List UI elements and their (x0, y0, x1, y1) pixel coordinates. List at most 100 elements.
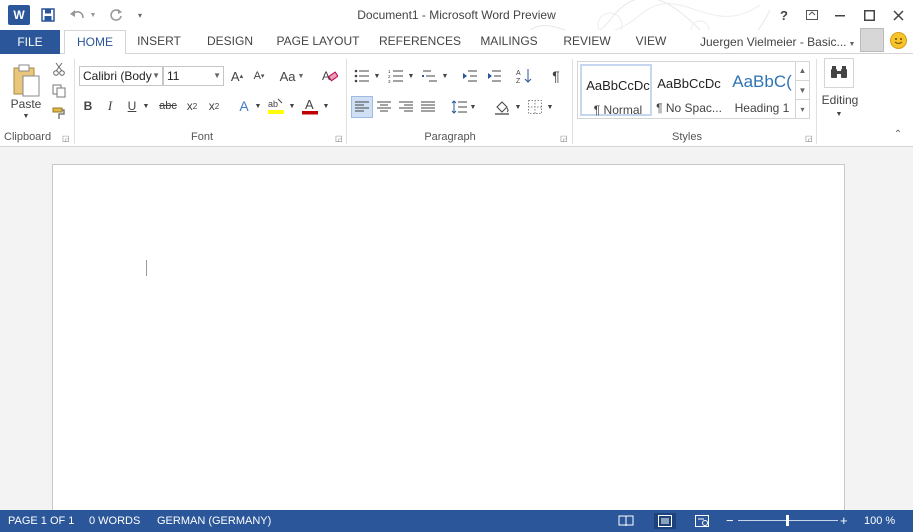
align-left-icon[interactable] (351, 96, 373, 118)
tab-references[interactable]: REFERENCES (378, 30, 462, 54)
undo-dropdown-icon[interactable]: ▼ (88, 4, 98, 26)
zoom-level[interactable]: 100 % (864, 515, 895, 527)
document-page[interactable] (52, 164, 845, 510)
minimize-icon[interactable] (828, 4, 852, 26)
align-right-icon[interactable] (396, 96, 416, 118)
strikethrough-icon[interactable]: abc (156, 96, 180, 116)
find-icon[interactable] (824, 58, 854, 88)
font-color-icon[interactable]: A (300, 96, 320, 116)
help-icon[interactable]: ? (772, 4, 796, 26)
cut-icon[interactable] (50, 60, 68, 78)
change-case-button[interactable]: Aa ▼ (278, 66, 306, 86)
italic-icon[interactable]: I (102, 96, 118, 116)
divider (74, 59, 75, 144)
highlight-dropdown-icon[interactable]: ▼ (287, 96, 297, 116)
zoom-out-icon[interactable]: − (726, 513, 734, 528)
numbering-icon[interactable]: 123 (386, 66, 406, 86)
paste-dropdown-icon[interactable]: ▼ (18, 111, 34, 121)
bullets-icon[interactable] (352, 66, 372, 86)
borders-icon[interactable] (526, 96, 544, 118)
web-layout-icon[interactable] (693, 513, 711, 529)
shading-dropdown-icon[interactable]: ▼ (513, 96, 523, 118)
redo-icon[interactable] (106, 4, 126, 26)
tab-file[interactable]: FILE (0, 30, 60, 54)
text-effects-icon[interactable]: A (234, 96, 254, 116)
font-launcher-icon[interactable]: ◲ (335, 134, 343, 143)
styles-scroll-up-icon[interactable]: ▲ (795, 61, 809, 80)
style-normal[interactable]: AaBbCcDc ¶ Normal (580, 64, 652, 117)
increase-indent-icon[interactable] (484, 66, 504, 86)
sort-icon[interactable]: AZ (514, 66, 534, 86)
shading-icon[interactable] (491, 96, 513, 118)
zoom-in-icon[interactable]: + (840, 513, 848, 528)
numbering-dropdown-icon[interactable]: ▼ (406, 66, 416, 86)
superscript-icon[interactable]: x2 (206, 96, 222, 116)
line-spacing-icon[interactable] (450, 96, 468, 118)
text-effects-dropdown-icon[interactable]: ▼ (253, 96, 263, 116)
shrink-font-icon[interactable]: A ▾ (250, 66, 268, 86)
paste-label[interactable]: Paste (6, 96, 46, 112)
undo-icon[interactable] (66, 4, 88, 26)
styles-launcher-icon[interactable]: ◲ (805, 134, 813, 143)
multilevel-list-icon[interactable] (420, 66, 440, 86)
tab-page-layout[interactable]: PAGE LAYOUT (272, 30, 364, 54)
send-smile-icon[interactable] (890, 32, 907, 49)
read-mode-icon[interactable] (617, 513, 635, 529)
word-logo-icon[interactable]: W (8, 5, 30, 25)
user-account[interactable]: Juergen Vielmeier - Basic... ▼ (700, 35, 855, 49)
font-name-combo[interactable]: Calibri (Body ▼ (79, 66, 163, 86)
ribbon-display-icon[interactable] (800, 4, 824, 26)
decrease-indent-icon[interactable] (460, 66, 480, 86)
clear-formatting-icon[interactable]: A (320, 66, 340, 86)
close-icon[interactable] (886, 4, 910, 26)
avatar[interactable] (860, 28, 884, 52)
line-spacing-dropdown-icon[interactable]: ▼ (468, 96, 478, 118)
editing-dropdown-icon[interactable]: ▼ (832, 109, 846, 119)
paragraph-launcher-icon[interactable]: ◲ (560, 134, 568, 143)
print-layout-icon[interactable] (654, 513, 676, 529)
styles-scroll-down-icon[interactable]: ▼ (795, 80, 809, 99)
tab-view[interactable]: VIEW (628, 30, 674, 54)
text-cursor (146, 260, 147, 276)
customize-quick-access-icon[interactable]: ▾ (134, 4, 146, 26)
editing-button[interactable]: Editing (818, 92, 862, 108)
font-size-combo[interactable]: 11 ▼ (163, 66, 224, 86)
grow-font-icon[interactable]: A ▴ (228, 66, 246, 86)
document-area[interactable] (0, 147, 913, 510)
svg-text:ab: ab (268, 99, 278, 109)
font-color-dropdown-icon[interactable]: ▼ (321, 96, 331, 116)
format-painter-icon[interactable] (50, 104, 68, 122)
justify-icon[interactable] (418, 96, 438, 118)
show-formatting-marks-icon[interactable]: ¶ (546, 66, 566, 86)
maximize-icon[interactable] (857, 4, 881, 26)
underline-dropdown-icon[interactable]: ▼ (141, 96, 151, 116)
tab-home[interactable]: HOME (64, 30, 126, 55)
underline-icon[interactable]: U (124, 96, 140, 116)
clipboard-launcher-icon[interactable]: ◲ (62, 134, 70, 143)
align-center-icon[interactable] (374, 96, 394, 118)
font-name-value: Calibri (Body (83, 69, 152, 83)
page-count[interactable]: PAGE 1 OF 1 (8, 515, 74, 527)
tab-insert[interactable]: INSERT (130, 30, 188, 54)
highlight-icon[interactable]: ab (266, 96, 286, 116)
divider (816, 59, 817, 144)
subscript-icon[interactable]: x2 (184, 96, 200, 116)
tab-design[interactable]: DESIGN (200, 30, 260, 54)
style-no-spacing[interactable]: AaBbCcDc ¶ No Spac... (653, 64, 725, 116)
change-case-label: Aa (279, 68, 296, 84)
bullets-dropdown-icon[interactable]: ▼ (372, 66, 382, 86)
copy-icon[interactable] (50, 82, 68, 100)
tab-mailings[interactable]: MAILINGS (474, 30, 544, 54)
save-icon[interactable] (38, 4, 58, 26)
bold-icon[interactable]: B (80, 96, 96, 116)
multilevel-dropdown-icon[interactable]: ▼ (440, 66, 450, 86)
borders-dropdown-icon[interactable]: ▼ (545, 96, 555, 118)
zoom-slider-thumb[interactable] (786, 515, 789, 526)
style-heading-1[interactable]: AaBbC( Heading 1 (726, 64, 798, 116)
language-indicator[interactable]: GERMAN (GERMANY) (157, 515, 271, 527)
tab-review[interactable]: REVIEW (558, 30, 616, 54)
ribbon: Paste ▼ Clipboard ◲ Calibri (Body ▼ 11 ▼ A… (0, 54, 913, 147)
styles-more-icon[interactable]: ▾ (795, 99, 809, 118)
word-count[interactable]: 0 WORDS (89, 515, 140, 527)
collapse-ribbon-icon[interactable]: ⌃ (891, 128, 905, 140)
